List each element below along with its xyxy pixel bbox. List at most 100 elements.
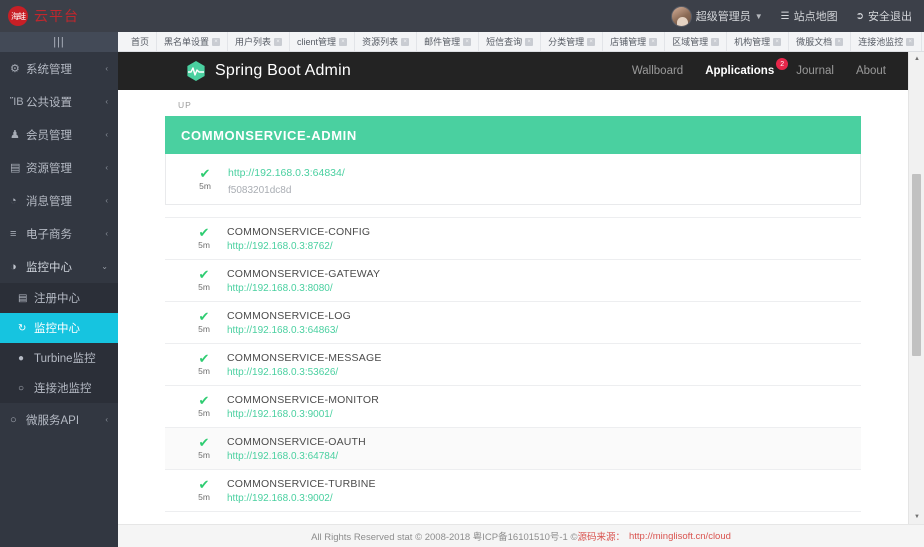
check-icon: ✔ xyxy=(200,168,211,179)
logout-label: 安全退出 xyxy=(868,8,912,24)
sidebar-item-1[interactable]: ἽB公共设置‹ xyxy=(0,85,118,118)
instance-url[interactable]: http://192.168.0.3:64834/ xyxy=(228,167,345,179)
tab-5[interactable]: 邮件管理× xyxy=(416,32,478,52)
close-icon[interactable]: × xyxy=(463,38,471,46)
scrollbar-thumb[interactable] xyxy=(912,174,921,356)
service-row[interactable]: ✔5mCOMMONSERVICE-OAUTHhttp://192.168.0.3… xyxy=(165,428,861,470)
close-icon[interactable]: × xyxy=(212,38,220,46)
user-name: 超级管理员 xyxy=(696,8,751,24)
tab-0[interactable]: 首页 xyxy=(124,32,156,52)
service-url[interactable]: http://192.168.0.3:8762/ xyxy=(227,241,370,252)
service-name: COMMONSERVICE-MESSAGE xyxy=(227,352,382,364)
service-row[interactable]: ✔5mCOMMONSERVICE-MESSAGE http://192.168.0… xyxy=(165,344,861,386)
scroll-down-arrow-icon[interactable]: ▼ xyxy=(909,510,924,524)
tab-6[interactable]: 短信查询× xyxy=(478,32,540,52)
application-card: COMMONSERVICE-ADMIN ✔ 5m http://192.168.… xyxy=(165,116,861,205)
user-menu[interactable]: 超级管理员 ▼ xyxy=(671,6,763,27)
sidebar-subitem-1[interactable]: ↻监控中心 xyxy=(0,313,118,343)
sidebar-item-label: 会员管理 xyxy=(26,127,72,143)
logout-button[interactable]: ➲ 安全退出 xyxy=(856,8,912,24)
service-row[interactable]: ✔5mCOMMONSERVICE-GATEWAYhttp://192.168.0… xyxy=(165,260,861,302)
book-icon: ▤ xyxy=(10,161,26,174)
service-url[interactable]: http://192.168.0.3:8080/ xyxy=(227,283,380,294)
instance-row[interactable]: ✔ 5m http://192.168.0.3:64834/ f5083201d… xyxy=(166,154,860,204)
service-status: ✔5m xyxy=(181,353,227,376)
sidebar-item-2[interactable]: ♟会员管理‹ xyxy=(0,118,118,151)
service-url[interactable]: http://192.168.0.3:9002/ xyxy=(227,493,376,504)
close-icon[interactable]: × xyxy=(906,38,914,46)
tab-label: 邮件管理 xyxy=(424,35,460,48)
tab-9[interactable]: 区域管理× xyxy=(664,32,726,52)
tab-3[interactable]: client管理× xyxy=(289,32,354,52)
spring-boot-admin-logo[interactable]: Spring Boot Admin xyxy=(186,61,351,81)
scroll-up-arrow-icon[interactable]: ▲ xyxy=(909,52,924,66)
sidebar-subitem-2[interactable]: ●Turbine监控 xyxy=(0,343,118,373)
tab-12[interactable]: 连接池监控× xyxy=(850,32,921,52)
sidebar-subitem-label: Turbine监控 xyxy=(34,350,96,366)
refresh-icon: ↻ xyxy=(18,323,34,334)
user-icon: ♟ xyxy=(10,128,26,141)
sitemap-button[interactable]: ☰ 站点地图 xyxy=(781,8,838,24)
circle-icon: ○ xyxy=(18,383,34,394)
bank-icon: ▤ xyxy=(18,293,34,304)
application-card-title[interactable]: COMMONSERVICE-ADMIN xyxy=(165,116,861,154)
sidebar-item-0[interactable]: ⚙系统管理‹ xyxy=(0,52,118,85)
service-row[interactable]: ✔5mCOMMONSERVICE-LOGhttp://192.168.0.3:6… xyxy=(165,302,861,344)
sba-nav-applications[interactable]: Applications2 xyxy=(705,65,774,77)
service-url[interactable]: http://192.168.0.3:9001/ xyxy=(227,409,379,420)
tab-10[interactable]: 机构管理× xyxy=(726,32,788,52)
chevron-icon: ‹ xyxy=(105,163,108,172)
sba-nav-wallboard[interactable]: Wallboard xyxy=(632,65,683,77)
application-card-body: ✔ 5m http://192.168.0.3:64834/ f5083201d… xyxy=(165,154,861,205)
close-icon[interactable]: × xyxy=(587,38,595,46)
vertical-scrollbar[interactable]: ▲ ▼ xyxy=(908,52,924,524)
sidebar-subitem-0[interactable]: ▤注册中心 xyxy=(0,283,118,313)
close-icon[interactable]: × xyxy=(274,38,282,46)
sidebar-subitem-3[interactable]: ○连接池监控 xyxy=(0,373,118,403)
sba-nav-journal[interactable]: Journal xyxy=(796,65,834,77)
circle-icon: ○ xyxy=(10,414,26,426)
close-icon[interactable]: × xyxy=(339,38,347,46)
tab-2[interactable]: 用户列表× xyxy=(227,32,289,52)
tab-label: 店铺管理 xyxy=(610,35,646,48)
check-icon: ✔ xyxy=(199,437,210,448)
nav-badge: 2 xyxy=(776,58,788,70)
service-url[interactable]: http://192.168.0.3:64784/ xyxy=(227,451,366,462)
chevron-icon: ⌄ xyxy=(101,262,108,271)
tab-1[interactable]: 黑名单设置× xyxy=(156,32,227,52)
sidebar-item-6[interactable]: ◑监控中心⌄ xyxy=(0,250,118,283)
sba-nav-about[interactable]: About xyxy=(856,65,886,77)
sidebar-item-3[interactable]: ▤资源管理‹ xyxy=(0,151,118,184)
close-icon[interactable]: × xyxy=(711,38,719,46)
close-icon[interactable]: × xyxy=(525,38,533,46)
service-details: COMMONSERVICE-GATEWAYhttp://192.168.0.3:… xyxy=(227,268,380,294)
service-row[interactable]: ✔5mCOMMONSERVICE-MONITOR http://192.168.0… xyxy=(165,386,861,428)
tab-8[interactable]: 店铺管理× xyxy=(602,32,664,52)
service-status: ✔5m xyxy=(181,395,227,418)
top-bar-actions: 超级管理员 ▼ ☰ 站点地图 ➲ 安全退出 xyxy=(671,6,924,27)
sidebar-item-5[interactable]: ≡电子商务‹ xyxy=(0,217,118,250)
brand-logo[interactable]: 海蛙 云平台 xyxy=(0,6,118,26)
service-details: COMMONSERVICE-TURBINEhttp://192.168.0.3:… xyxy=(227,478,376,504)
footer-source-url[interactable]: http://minglisoft.cn/cloud xyxy=(629,531,731,542)
tab-11[interactable]: 微服文档× xyxy=(788,32,850,52)
close-icon[interactable]: × xyxy=(835,38,843,46)
close-icon[interactable]: × xyxy=(401,38,409,46)
sidebar-item-4[interactable]: ◔消息管理‹ xyxy=(0,184,118,217)
service-row[interactable]: ✔5mCOMMONSERVICE-TURBINEhttp://192.168.0… xyxy=(165,470,861,512)
tab-7[interactable]: 分类管理× xyxy=(540,32,602,52)
service-url[interactable]: http://192.168.0.3:64863/ xyxy=(227,325,351,336)
service-url[interactable]: http://192.168.0.3:53626/ xyxy=(227,367,382,378)
brand-title: 云平台 xyxy=(34,6,79,26)
footer-copyright: All Rights Reserved stat © 2008-2018 粤IC… xyxy=(311,529,577,543)
close-icon[interactable]: × xyxy=(649,38,657,46)
close-icon[interactable]: × xyxy=(773,38,781,46)
service-row[interactable]: ✔5mCOMMONSERVICE-CONFIGhttp://192.168.0.… xyxy=(165,218,861,260)
sidebar-item-microservice-api[interactable]: ○微服务API‹ xyxy=(0,403,118,436)
sidebar-collapse-toggle[interactable]: ||| xyxy=(0,32,118,52)
tab-4[interactable]: 资源列表× xyxy=(354,32,416,52)
service-uptime: 5m xyxy=(198,408,210,418)
check-icon: ✔ xyxy=(199,227,210,238)
service-uptime: 5m xyxy=(198,282,210,292)
service-name: COMMONSERVICE-MONITOR xyxy=(227,394,379,406)
